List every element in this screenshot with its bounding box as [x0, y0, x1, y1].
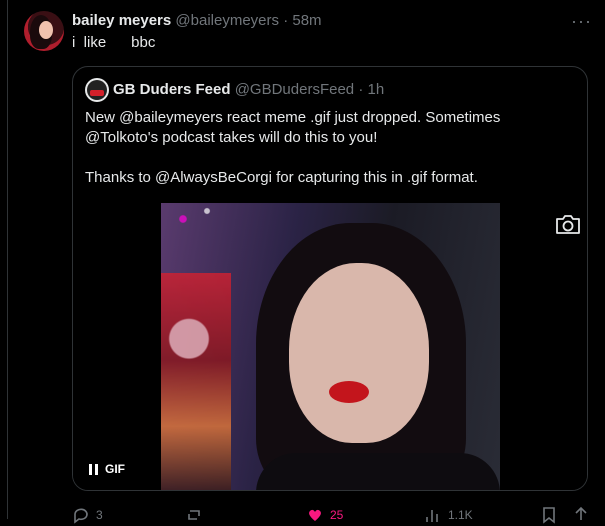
- background-lights: [171, 203, 231, 243]
- quote-timestamp[interactable]: 1h: [368, 81, 385, 98]
- quote-display-name[interactable]: GB Duders Feed: [113, 81, 231, 98]
- heart-icon: [309, 509, 321, 521]
- reply-count: 3: [96, 508, 103, 522]
- gif-badge[interactable]: GIF: [89, 462, 125, 476]
- views-icon: [426, 510, 438, 522]
- like-count: 25: [330, 508, 344, 522]
- quote-line-2: Thanks to @AlwaysBeCorgi for capturing t…: [85, 169, 478, 186]
- quote-handle[interactable]: @GBDudersFeed: [235, 81, 354, 98]
- subject-lips: [329, 381, 369, 403]
- display-name[interactable]: bailey meyers: [72, 12, 171, 29]
- quote-avatar-badge: [90, 90, 104, 96]
- pause-icon[interactable]: [89, 463, 99, 475]
- thread-line: [7, 0, 8, 519]
- quote-text: New @baileymeyers react meme .gif just d…: [85, 108, 575, 188]
- reply-icon: [74, 508, 88, 524]
- quote-avatar[interactable]: [85, 78, 109, 102]
- share-icon: [575, 506, 587, 520]
- subject-face: [289, 263, 429, 443]
- views-action[interactable]: 1.1K: [424, 506, 473, 524]
- bookmark-action[interactable]: [540, 506, 558, 524]
- reply-action[interactable]: 3: [72, 506, 103, 524]
- repost-action[interactable]: [186, 506, 210, 524]
- gif-frame: [161, 203, 500, 490]
- like-action[interactable]: 25: [306, 506, 343, 524]
- share-action[interactable]: [572, 506, 590, 524]
- avatar-face: [39, 21, 53, 39]
- quote-tweet[interactable]: GB Duders Feed @GBDudersFeed · 1h New @b…: [72, 66, 588, 491]
- repost-icon: [188, 510, 200, 520]
- views-count: 1.1K: [448, 508, 473, 522]
- tweet-header: bailey meyers @baileymeyers · 58m: [72, 12, 322, 29]
- action-bar: 3 25 1.1K: [72, 506, 588, 526]
- quote-separator: ·: [358, 81, 364, 98]
- tweet[interactable]: bailey meyers @baileymeyers · 58m ··· i …: [0, 0, 605, 524]
- more-horizontal-icon[interactable]: ···: [571, 12, 592, 30]
- background-figure: [161, 273, 231, 490]
- bookmark-icon: [543, 507, 555, 524]
- handle[interactable]: @baileymeyers: [175, 12, 279, 29]
- quote-header: GB Duders Feed @GBDudersFeed · 1h: [113, 81, 384, 98]
- tweet-text: i like bbc: [72, 34, 156, 51]
- quote-line-1: New @baileymeyers react meme .gif just d…: [85, 109, 501, 146]
- timestamp[interactable]: 58m: [292, 12, 321, 29]
- avatar[interactable]: [24, 11, 64, 51]
- gif-media[interactable]: GIF: [73, 203, 587, 490]
- subject-shirt: [256, 453, 500, 490]
- separator: ·: [283, 12, 289, 29]
- gif-label: GIF: [105, 462, 125, 476]
- camera-icon[interactable]: [555, 213, 581, 235]
